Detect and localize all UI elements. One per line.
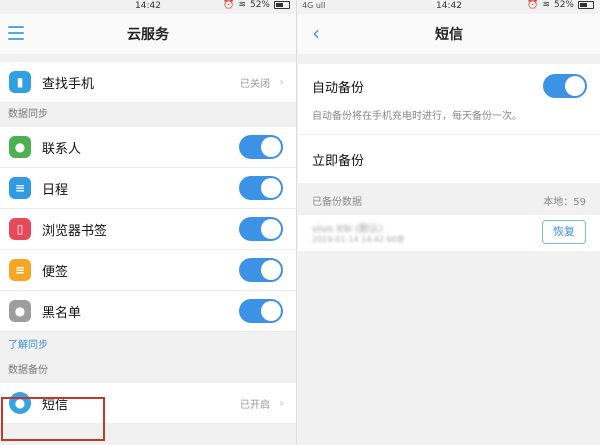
backup-section-header: 数据备份 — [8, 365, 48, 376]
sms-backup-screen: 4G ull 14:42 ⏰ ≋ 52% ‹ 短信 自动备份 自动备份将在手机充… — [298, 0, 600, 445]
backup-entry-name: vivo X9i (默认) — [312, 224, 383, 235]
backed-up-header: 已备份数据 本地：59 — [298, 191, 600, 215]
auto-backup-row[interactable]: 自动备份 — [298, 64, 600, 108]
sync-item-label: 浏览器书签 — [42, 223, 108, 239]
sync-section-header: 数据同步 — [8, 109, 48, 120]
learn-sync-link[interactable]: 了解同步 — [0, 332, 296, 359]
contacts-icon: ● — [9, 136, 31, 158]
chevron-right-icon: › — [279, 75, 284, 89]
page-title: 云服务 — [127, 27, 169, 43]
left-content: ▮ 查找手机 已关闭 › 数据同步 ● 联系人 ≡ 日程 ▯ 浏览器书签 ≡ 便… — [0, 62, 296, 424]
sync-item-bookmarks[interactable]: ▯ 浏览器书签 — [0, 209, 296, 250]
sync-item-label: 便签 — [42, 264, 69, 280]
sync-item-notes[interactable]: ≡ 便签 — [0, 250, 296, 291]
backup-entry: vivo X9i (默认) 2019-01-14 14:42 60条 恢复 — [298, 215, 600, 251]
backup-now-block: 立即备份 — [298, 135, 600, 183]
auto-backup-desc: 自动备份将在手机充电时进行，每天备份一次。 — [312, 111, 522, 122]
status-bar: 14:42 ⏰ ≋ 52% — [0, 0, 296, 14]
message-icon: ● — [9, 392, 31, 414]
auto-backup-toggle[interactable] — [543, 74, 587, 98]
sms-label: 短信 — [42, 397, 69, 413]
battery-percent: 52% — [553, 0, 574, 10]
nav-bar: ‹ 短信 — [298, 14, 600, 54]
find-phone-row[interactable]: ▮ 查找手机 已关闭 › — [0, 62, 296, 103]
backup-now-row[interactable]: 立即备份 — [298, 135, 600, 183]
backup-now-label: 立即备份 — [312, 153, 365, 169]
alarm-icon: ⏰ — [223, 0, 235, 10]
wifi-icon: ≋ — [542, 0, 550, 10]
sms-state: 已开启 — [240, 399, 270, 411]
page-title: 短信 — [435, 27, 463, 43]
backed-up-label: 已备份数据 — [312, 197, 362, 208]
battery-icon — [274, 1, 290, 9]
battery-icon — [578, 1, 594, 9]
auto-backup-label: 自动备份 — [312, 80, 365, 96]
sync-item-contacts[interactable]: ● 联系人 — [0, 127, 296, 168]
calendar-toggle[interactable] — [239, 176, 283, 200]
auto-backup-block: 自动备份 自动备份将在手机充电时进行，每天备份一次。 — [298, 64, 600, 134]
cloud-service-screen: 14:42 ⏰ ≋ 52% 云服务 ▮ 查找手机 已关闭 › 数据同步 ● 联系… — [0, 0, 297, 445]
bookmarks-toggle[interactable] — [239, 217, 283, 241]
phone-icon: ▮ — [9, 71, 31, 93]
battery-percent: 52% — [249, 0, 270, 10]
sms-row[interactable]: ● 短信 已开启 › — [0, 383, 296, 424]
notes-toggle[interactable] — [239, 258, 283, 282]
local-count: 本地：59 — [543, 197, 586, 208]
backup-entry-date: 2019-01-14 14:42 60条 — [312, 235, 405, 244]
sync-item-calendar[interactable]: ≡ 日程 — [0, 168, 296, 209]
sync-item-label: 联系人 — [42, 141, 82, 157]
status-bar: 4G ull 14:42 ⏰ ≋ 52% — [298, 0, 600, 14]
blacklist-icon: ● — [9, 300, 31, 322]
chevron-right-icon: › — [279, 396, 284, 410]
sync-item-blacklist[interactable]: ● 黑名单 — [0, 291, 296, 332]
sync-item-label: 黑名单 — [42, 305, 82, 321]
nav-bar: 云服务 — [0, 14, 296, 54]
alarm-icon: ⏰ — [527, 0, 539, 10]
calendar-icon: ≡ — [9, 177, 31, 199]
blacklist-toggle[interactable] — [239, 299, 283, 323]
bookmark-icon: ▯ — [9, 218, 31, 240]
restore-button[interactable]: 恢复 — [542, 220, 586, 244]
contacts-toggle[interactable] — [239, 135, 283, 159]
note-icon: ≡ — [9, 259, 31, 281]
find-phone-label: 查找手机 — [42, 76, 95, 92]
find-phone-state: 已关闭 — [240, 78, 270, 90]
wifi-icon: ≋ — [238, 0, 246, 10]
sync-item-label: 日程 — [42, 182, 69, 198]
right-content: 自动备份 自动备份将在手机充电时进行，每天备份一次。 立即备份 已备份数据 本地… — [298, 64, 600, 251]
